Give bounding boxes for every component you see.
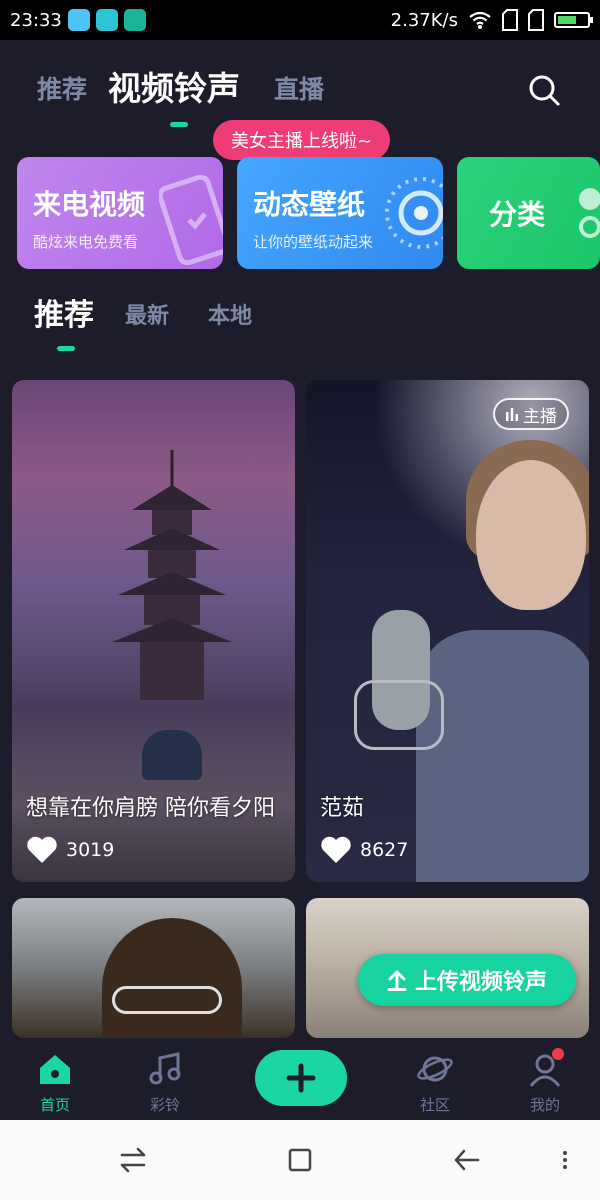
active-tab-indicator — [170, 122, 188, 127]
microphone-stand — [354, 680, 444, 750]
video-card[interactable]: 想靠在你肩膀 陪你看夕阳 3019 — [12, 380, 295, 882]
live-wallpaper-card[interactable]: 动态壁纸 让你的壁纸动起来 — [237, 157, 443, 269]
feature-title: 分类 — [489, 198, 546, 231]
live-host-badge: 主播 — [493, 398, 569, 430]
tab-video-ringtone[interactable]: 视频铃声 — [108, 62, 240, 110]
status-bar: 23:33 2.37K/s — [0, 0, 600, 40]
video-card[interactable] — [12, 898, 295, 1038]
nav-profile[interactable]: 我的 — [510, 1048, 580, 1115]
like-count[interactable]: 8627 — [320, 836, 408, 864]
upload-video-ringtone-button[interactable]: 上传视频铃声 — [358, 954, 576, 1006]
upload-label: 上传视频铃声 — [414, 970, 547, 995]
music-icon — [149, 1052, 181, 1085]
app-notification-icon — [67, 9, 90, 31]
glasses-image — [112, 986, 222, 1014]
category-card[interactable]: 分类 — [457, 157, 600, 269]
heart-icon[interactable] — [26, 836, 58, 864]
singer-body — [416, 630, 589, 882]
active-subtab-indicator — [57, 346, 75, 351]
nav-label: 我的 — [529, 1096, 560, 1114]
upload-icon — [387, 970, 407, 991]
singer-face — [476, 460, 586, 610]
tab-live[interactable]: 直播 — [274, 70, 324, 106]
nav-label: 首页 — [39, 1096, 70, 1114]
nav-ringback[interactable]: 彩铃 — [130, 1050, 200, 1115]
home-square-icon[interactable] — [285, 1145, 315, 1175]
tab-recommend[interactable]: 推荐 — [37, 70, 87, 106]
search-icon[interactable] — [526, 72, 562, 108]
subtab-recommend[interactable]: 推荐 — [34, 290, 94, 334]
pagoda-image — [112, 450, 232, 700]
sub-tabs: 推荐 最新 本地 — [0, 290, 600, 351]
app-notification-icon — [95, 9, 118, 31]
subtab-latest[interactable]: 最新 — [125, 298, 169, 330]
category-icon — [579, 188, 600, 238]
status-time: 23:33 — [10, 9, 62, 31]
usb-icon — [123, 9, 146, 31]
bars-icon — [506, 408, 518, 421]
system-nav-bar — [0, 1120, 600, 1200]
like-count-value: 8627 — [360, 839, 409, 861]
subtab-local[interactable]: 本地 — [208, 298, 252, 330]
nav-community[interactable]: 社区 — [400, 1050, 470, 1115]
sim-icon — [502, 9, 518, 31]
sim-icon — [528, 9, 544, 31]
feature-cards: 来电视频 酷炫来电免费看 动态壁纸 让你的壁纸动起来 分类 — [17, 157, 600, 269]
net-speed: 2.37K/s — [390, 9, 458, 31]
video-title: 想靠在你肩膀 陪你看夕阳 — [26, 796, 275, 821]
wallpaper-dial-icon — [385, 177, 443, 249]
couple-image — [142, 730, 202, 780]
bottom-nav: 首页 彩铃 社区 我的 — [0, 1038, 600, 1120]
video-title: 范茹 — [320, 796, 365, 821]
back-icon[interactable] — [452, 1145, 482, 1175]
heart-icon[interactable] — [320, 836, 352, 864]
notification-dot — [552, 1048, 564, 1060]
wifi-icon — [469, 11, 491, 29]
like-count-value: 3019 — [66, 839, 115, 861]
portrait-image — [102, 918, 242, 1038]
live-host-label: 主播 — [523, 406, 557, 427]
nav-label: 彩铃 — [149, 1096, 180, 1114]
live-tooltip-bubble[interactable]: 美女主播上线啦~ — [213, 120, 391, 160]
recent-apps-icon[interactable] — [118, 1145, 148, 1175]
menu-dots-icon[interactable] — [555, 1145, 575, 1175]
incoming-call-video-card[interactable]: 来电视频 酷炫来电免费看 — [17, 157, 223, 269]
video-card[interactable]: 主播 范茹 8627 — [306, 380, 589, 882]
nav-home[interactable]: 首页 — [20, 1050, 90, 1115]
phone-card-icon — [159, 175, 223, 265]
plus-icon — [286, 1063, 316, 1093]
battery-icon — [554, 12, 593, 28]
nav-label: 社区 — [419, 1096, 450, 1114]
like-count[interactable]: 3019 — [26, 836, 114, 864]
create-button[interactable] — [255, 1050, 347, 1106]
home-icon — [40, 1055, 70, 1084]
planet-icon — [417, 1056, 453, 1082]
